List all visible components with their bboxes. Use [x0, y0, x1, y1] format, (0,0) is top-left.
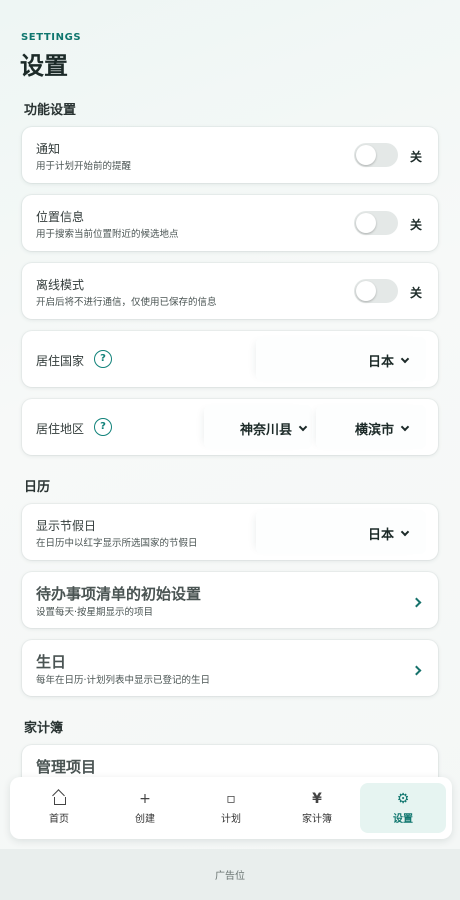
region-card: 居住地区 ? 神奈川县 横滨市 — [22, 399, 438, 455]
city-value: 横滨市 — [354, 423, 394, 438]
toggle-knob — [356, 281, 376, 301]
settings-eyebrow: SETTINGS — [21, 32, 82, 43]
gear-icon: ⚙ — [396, 791, 410, 807]
square-icon: ▫ — [226, 791, 236, 807]
nav-item-plan[interactable]: ▫ 计划 — [188, 783, 274, 833]
notification-card: 通知 用于计划开始前的提醒 关 — [22, 127, 438, 183]
chevron-down-icon — [400, 527, 410, 537]
section-title-features: 功能设置 — [24, 103, 77, 118]
holidays-select-value: 日本 — [367, 524, 410, 543]
holidays-description: 在日历中以红字显示所选国家的节假日 — [36, 538, 198, 549]
offline-toggle-state: 关 — [409, 286, 422, 300]
region-title: 居住地区 — [36, 422, 85, 436]
nav-label-home: 首页 — [49, 814, 69, 825]
notification-toggle[interactable] — [354, 143, 398, 167]
todo-initial-settings-description: 设置每天·按星期显示的项目 — [36, 607, 154, 618]
location-description: 用于搜索当前位置附近的候选地点 — [36, 229, 179, 240]
manage-items-title: 管理项目 — [36, 758, 97, 776]
offline-card: 离线模式 开启后将不进行通信，仅使用已保存的信息 关 — [22, 263, 438, 319]
location-toggle[interactable] — [354, 211, 398, 235]
chevron-right-icon — [411, 665, 422, 676]
country-select-value: 日本 — [367, 351, 410, 370]
offline-description: 开启后将不进行通信，仅使用已保存的信息 — [36, 297, 217, 308]
nav-label-plan: 计划 — [221, 814, 241, 825]
holidays-country-select[interactable]: 日本 — [256, 510, 426, 554]
holidays-country-value: 日本 — [367, 528, 394, 543]
section-title-calendar: 日历 — [24, 480, 51, 495]
notification-title: 通知 — [36, 142, 61, 156]
notification-toggle-state: 关 — [409, 150, 422, 164]
country-title: 居住国家 — [36, 354, 85, 368]
plus-icon: + — [139, 791, 151, 807]
offline-title: 离线模式 — [36, 278, 85, 292]
nav-item-settings[interactable]: ⚙ 设置 — [360, 783, 446, 833]
toggle-knob — [356, 213, 376, 233]
help-icon[interactable]: ? — [94, 418, 112, 436]
country-card: 居住国家 ? 日本 — [22, 331, 438, 387]
nav-label-create: 创建 — [135, 814, 155, 825]
chevron-right-icon — [411, 597, 422, 608]
prefecture-value: 神奈川县 — [239, 423, 292, 438]
nav-label-household: 家计簿 — [302, 814, 332, 825]
section-title-household: 家计簿 — [24, 721, 64, 736]
nav-item-create[interactable]: + 创建 — [102, 783, 188, 833]
chevron-down-icon — [298, 422, 308, 432]
yen-icon: ¥ — [312, 791, 322, 807]
prefecture-select[interactable]: 神奈川县 — [204, 405, 312, 449]
offline-toggle[interactable] — [354, 279, 398, 303]
nav-label-settings: 设置 — [393, 814, 413, 825]
birthday-description: 每年在日历·计划列表中显示已登记的生日 — [36, 675, 211, 686]
bottom-nav: 首页 + 创建 ▫ 计划 ¥ 家计簿 ⚙ 设置 — [10, 777, 452, 839]
city-select[interactable]: 横滨市 — [316, 405, 426, 449]
toggle-knob — [356, 145, 376, 165]
help-icon[interactable]: ? — [94, 350, 112, 368]
location-title: 位置信息 — [36, 210, 85, 224]
notification-description: 用于计划开始前的提醒 — [36, 161, 132, 172]
page-title: 设置 — [20, 52, 68, 80]
todo-initial-settings-card[interactable]: 待办事项清单的初始设置 设置每天·按星期显示的项目 — [22, 572, 438, 628]
nav-item-household[interactable]: ¥ 家计簿 — [274, 783, 360, 833]
birthday-card[interactable]: 生日 每年在日历·计划列表中显示已登记的生日 — [22, 640, 438, 696]
ad-banner[interactable]: 广告位 — [0, 849, 460, 900]
birthday-title: 生日 — [36, 653, 67, 671]
prefecture-select-value: 神奈川县 — [239, 419, 308, 438]
location-card: 位置信息 用于搜索当前位置附近的候选地点 关 — [22, 195, 438, 251]
home-icon — [53, 791, 66, 807]
nav-item-home[interactable]: 首页 — [16, 783, 102, 833]
country-select[interactable]: 日本 — [256, 337, 426, 381]
holidays-title: 显示节假日 — [36, 519, 97, 533]
city-select-value: 横滨市 — [354, 419, 410, 438]
chevron-down-icon — [400, 354, 410, 364]
chevron-down-icon — [400, 422, 410, 432]
holidays-card: 显示节假日 在日历中以红字显示所选国家的节假日 日本 — [22, 504, 438, 560]
ad-label: 广告位 — [215, 871, 245, 882]
country-value: 日本 — [367, 355, 394, 370]
location-toggle-state: 关 — [409, 218, 422, 232]
todo-initial-settings-title: 待办事项清单的初始设置 — [36, 585, 202, 603]
